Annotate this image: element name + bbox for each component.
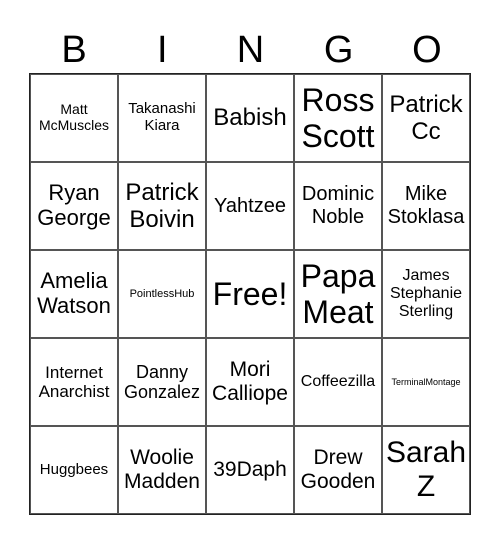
bingo-cell[interactable]: Matt McMuscles <box>30 74 118 162</box>
bingo-cell-label: Takanashi Kiara <box>128 100 196 134</box>
bingo-cell-label: Free! <box>212 275 288 312</box>
bingo-cell-label: Sarah Z <box>385 436 467 503</box>
header-letter-i: I <box>157 29 168 71</box>
bingo-cell[interactable]: Ross Scott <box>294 74 382 162</box>
bingo-cell[interactable]: PointlessHub <box>118 250 206 338</box>
bingo-cell[interactable]: Danny Gonzalez <box>118 338 206 426</box>
bingo-cell[interactable]: Takanashi Kiara <box>118 74 206 162</box>
bingo-cell[interactable]: James Stephanie Sterling <box>382 250 470 338</box>
bingo-cell-label: Patrick Boivin <box>125 178 199 233</box>
header-letter-o: O <box>412 29 442 71</box>
bingo-cell-label: Internet Anarchist <box>38 362 110 401</box>
bingo-cell-label: Amelia Watson <box>37 268 111 318</box>
bingo-grid: Matt McMuscles Takanashi Kiara Babish Ross … <box>29 73 471 515</box>
bingo-cell-label: Patrick Cc <box>389 90 463 145</box>
bingo-cell[interactable]: Dominic Noble <box>294 162 382 250</box>
bingo-cell-label: Mike Stoklasa <box>387 183 465 228</box>
bingo-cell[interactable]: Babish <box>206 74 294 162</box>
bingo-cell-label: Yahtzee <box>214 194 286 217</box>
bingo-cell[interactable]: Papa Meat <box>294 250 382 338</box>
bingo-cell[interactable]: Yahtzee <box>206 162 294 250</box>
bingo-header: B I N G O <box>30 26 471 74</box>
header-letter-n: N <box>236 29 265 71</box>
bingo-cell-label: TerminalMontage <box>391 376 461 387</box>
bingo-cell-label: James Stephanie Sterling <box>389 266 463 321</box>
bingo-cell-label: PointlessHub <box>129 287 195 300</box>
bingo-cell-label: Babish <box>213 104 287 132</box>
bingo-cell-label: Ross Scott <box>301 81 375 154</box>
bingo-cell-free[interactable]: Free! <box>206 250 294 338</box>
bingo-cell[interactable]: Amelia Watson <box>30 250 118 338</box>
bingo-cell[interactable]: 39Daph <box>206 426 294 514</box>
bingo-cell[interactable]: Sarah Z <box>382 426 470 514</box>
bingo-cell-label: Dominic Noble <box>301 183 375 228</box>
bingo-cell-label: Drew Gooden <box>300 446 376 493</box>
bingo-cell-label: Coffeezilla <box>300 372 376 390</box>
bingo-cell-label: 39Daph <box>213 458 287 482</box>
bingo-cell[interactable]: Drew Gooden <box>294 426 382 514</box>
bingo-cell-label: Huggbees <box>39 460 109 478</box>
bingo-cell[interactable]: Mori Calliope <box>206 338 294 426</box>
bingo-cell-label: Danny Gonzalez <box>123 361 201 402</box>
bingo-cell[interactable]: Huggbees <box>30 426 118 514</box>
bingo-cell-label: Ryan George <box>37 180 111 230</box>
bingo-cell[interactable]: Ryan George <box>30 162 118 250</box>
bingo-cell[interactable]: Internet Anarchist <box>30 338 118 426</box>
bingo-cell-label: Papa Meat <box>300 257 376 330</box>
bingo-cell-label: Woolie Madden <box>124 446 200 493</box>
bingo-cell[interactable]: Patrick Cc <box>382 74 470 162</box>
header-letter-b: B <box>61 29 87 71</box>
bingo-cell[interactable]: Patrick Boivin <box>118 162 206 250</box>
header-letter-g: G <box>323 29 354 71</box>
bingo-cell[interactable]: TerminalMontage <box>382 338 470 426</box>
bingo-cell[interactable]: Coffeezilla <box>294 338 382 426</box>
bingo-cell-label: Mori Calliope <box>212 358 288 405</box>
bingo-cell[interactable]: Mike Stoklasa <box>382 162 470 250</box>
bingo-cell[interactable]: Woolie Madden <box>118 426 206 514</box>
bingo-cell-label: Matt McMuscles <box>38 101 109 133</box>
